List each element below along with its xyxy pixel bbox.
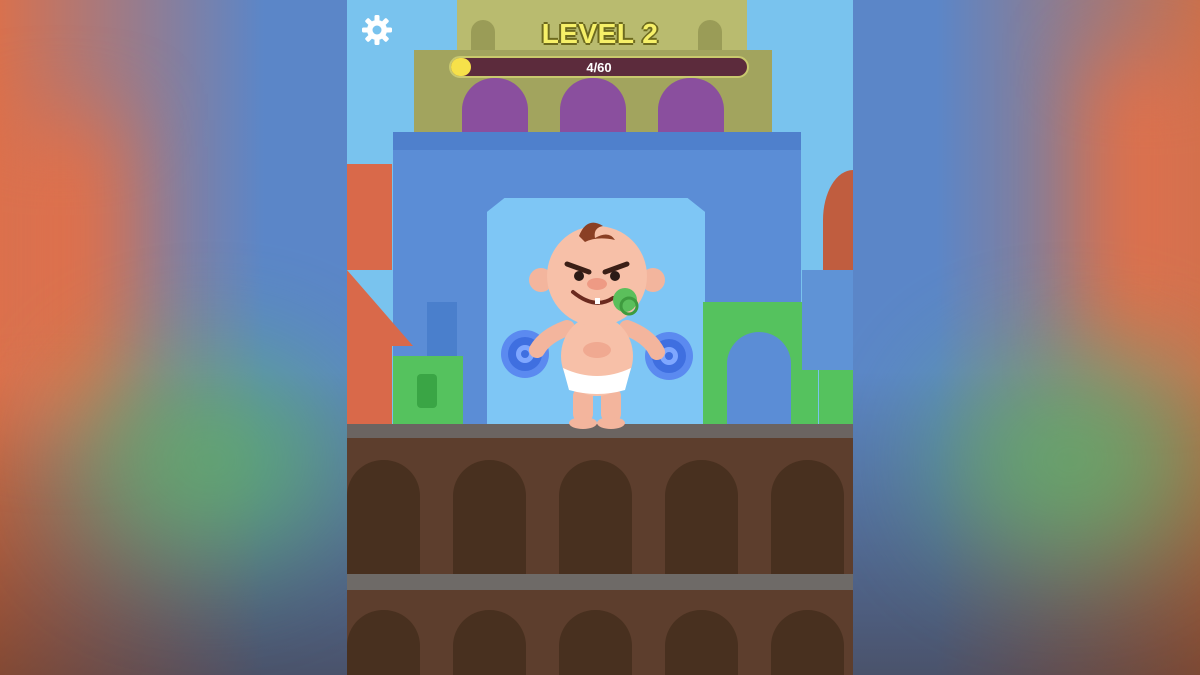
floor-arch [453,610,526,675]
purple-arch [658,78,724,134]
floor-arch [559,460,632,576]
floor-arch [665,610,738,675]
floor-arch [771,610,844,675]
orange-block [347,346,392,430]
purple-arch [560,78,626,134]
level-title: LEVEL 2 [541,18,659,49]
floor-arch [559,610,632,675]
orange-block [347,164,392,270]
floor-arch [347,460,420,576]
green-block [819,364,853,430]
gate-opening [727,332,791,430]
ledge [347,574,853,590]
right-building [802,270,853,370]
game-viewport[interactable]: LEVEL 2 4/60 [347,0,853,675]
floor-arch [347,610,420,675]
progress-text: 4/60 [586,60,612,75]
purple-arch [462,78,528,134]
level-progress-bar: 4/60 [449,56,749,78]
baby-character[interactable] [497,218,697,430]
floor-arch [771,460,844,576]
green-block-window [417,374,437,408]
floor-arch [453,460,526,576]
dome [823,170,853,270]
blue-building-roof [393,132,801,152]
floor-arch [665,460,738,576]
